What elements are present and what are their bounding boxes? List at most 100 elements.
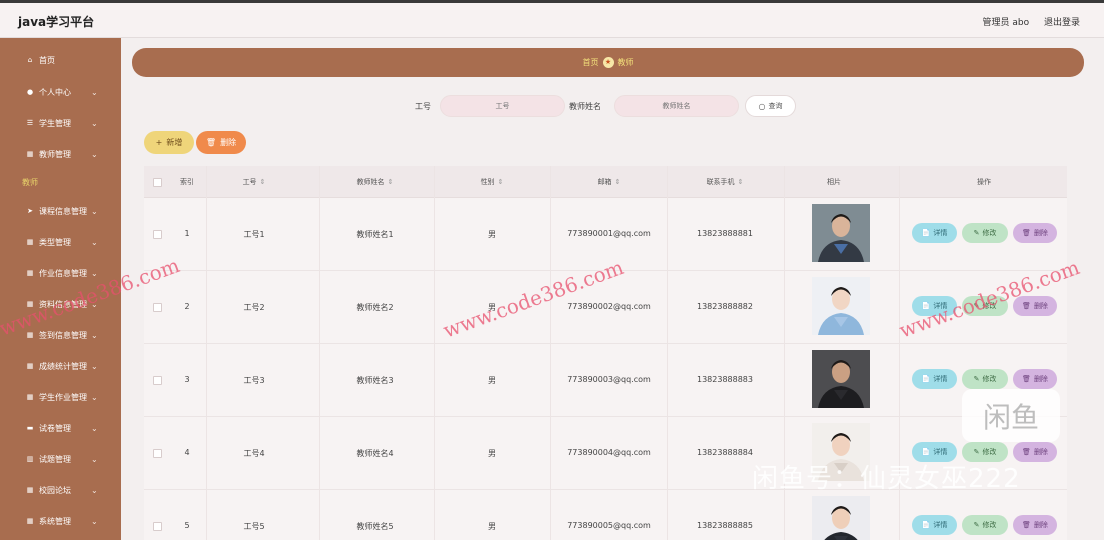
row-delete-button[interactable]: 🗑 删除: [1013, 515, 1057, 535]
row-checkbox[interactable]: [153, 449, 162, 458]
teacher-photo: [812, 277, 870, 335]
sidebar-item[interactable]: ▦ 类型管理 ⌄: [0, 232, 121, 252]
cell-email: 773890002@qq.com: [567, 302, 651, 311]
document-icon: 📄: [921, 521, 931, 529]
sidebar-item[interactable]: ● 个人中心 ⌄: [0, 82, 121, 102]
column-header[interactable]: 性别 ⇕: [481, 177, 504, 187]
search-icon: ○: [758, 101, 766, 111]
row-delete-button-label: 删除: [1033, 229, 1048, 237]
table-row: 5 工号5 教师姓名5 男 773890005@qq.com 13823888885 📄 详情…: [144, 490, 1067, 540]
column-header: 相片: [827, 177, 841, 187]
cell-index: 5: [184, 521, 190, 530]
teacher-photo: [812, 204, 870, 262]
staff-id-input[interactable]: [440, 95, 565, 117]
sidebar-item[interactable]: ▦ 系统管理 ⌄: [0, 511, 121, 531]
sidebar-item-label: 课程信息管理: [39, 206, 87, 216]
column-header[interactable]: 工号 ⇕: [243, 177, 266, 187]
xianyu-logo: 闲鱼: [962, 389, 1060, 442]
breadcrumb-home[interactable]: 首页: [583, 57, 599, 68]
detail-button-label: 详情: [933, 521, 948, 529]
row-checkbox[interactable]: [153, 522, 162, 531]
row-delete-button[interactable]: 🗑 删除: [1013, 223, 1057, 243]
sidebar-item[interactable]: ▦ 教师管理 ⌄: [0, 144, 121, 164]
sidebar-item[interactable]: ☰ 学生管理 ⌄: [0, 113, 121, 133]
edit-button[interactable]: ✎ 修改: [962, 369, 1008, 389]
sidebar-item-label: 校园论坛: [39, 485, 71, 495]
add-button[interactable]: + 新增: [144, 131, 194, 154]
sidebar-item-label: 成绩统计管理: [39, 361, 87, 371]
cell-index: 3: [184, 375, 190, 384]
sidebar-item[interactable]: ▦ 成绩统计管理 ⌄: [0, 356, 121, 376]
sidebar-item[interactable]: ▬ 试卷管理 ⌄: [0, 418, 121, 438]
chevron-down-icon: ⌄: [91, 118, 98, 128]
sidebar-item[interactable]: ⌂ 首页: [0, 50, 121, 70]
batch-delete-button[interactable]: 🗑 删除: [196, 131, 246, 154]
sidebar-item-label: 首页: [39, 55, 55, 65]
detail-button[interactable]: 📄 详情: [912, 515, 957, 535]
sort-icon: ⇕: [614, 178, 621, 186]
sidebar-item[interactable]: ▥ 试题管理 ⌄: [0, 449, 121, 469]
sidebar-item-label: 教师管理: [39, 149, 71, 159]
column-header-label: 工号: [242, 178, 257, 186]
select-all-checkbox[interactable]: [153, 178, 162, 187]
column-header[interactable]: 联系手机 ⇕: [707, 177, 744, 187]
cell-index: 1: [184, 229, 190, 238]
chart-icon: ▥: [26, 455, 34, 463]
row-delete-button[interactable]: 🗑 删除: [1013, 369, 1057, 389]
cell-id: 工号5: [243, 522, 265, 531]
chevron-down-icon: ⌄: [91, 361, 98, 371]
edit-button-label: 修改: [982, 375, 997, 383]
grid-icon: ▦: [26, 486, 34, 494]
pencil-icon: ✎: [973, 448, 980, 456]
teacher-photo: [812, 350, 870, 408]
edit-button-label: 修改: [982, 229, 997, 237]
star-icon: ★: [602, 57, 614, 68]
edit-button-label: 修改: [982, 448, 997, 456]
teacher-photo: [812, 496, 870, 540]
edit-button[interactable]: ✎ 修改: [962, 515, 1008, 535]
sort-icon: ⇕: [387, 178, 394, 186]
cell-phone: 13823888881: [697, 229, 753, 238]
cell-id: 工号2: [243, 303, 265, 312]
trash-icon: 🗑: [1022, 229, 1031, 237]
column-header-label: 索引: [180, 178, 194, 186]
edit-button[interactable]: ✎ 修改: [962, 223, 1008, 243]
column-header[interactable]: 邮箱 ⇕: [598, 177, 621, 187]
column-header: 索引: [180, 177, 194, 187]
sidebar-sub-label: 教师: [22, 178, 38, 187]
cell-phone: 13823888882: [697, 302, 753, 311]
cell-id: 工号3: [243, 376, 265, 385]
detail-button[interactable]: 📄 详情: [912, 369, 957, 389]
sort-icon: ⇕: [259, 178, 266, 186]
doc-icon: ▬: [26, 424, 34, 432]
row-delete-button-label: 删除: [1033, 521, 1048, 529]
detail-button[interactable]: 📄 详情: [912, 223, 957, 243]
sidebar-item[interactable]: ▦ 学生作业管理 ⌄: [0, 387, 121, 407]
trash-icon: 🗑: [1022, 375, 1031, 383]
grid-icon: ▦: [26, 269, 34, 277]
cell-gender: 男: [488, 522, 496, 531]
cell-email: 773890005@qq.com: [567, 521, 651, 530]
detail-button-label: 详情: [933, 229, 948, 237]
cell-id: 工号1: [243, 230, 265, 239]
chevron-down-icon: ⌄: [91, 516, 98, 526]
search-button[interactable]: ○ 查询: [745, 95, 796, 117]
sidebar-item[interactable]: ➤ 课程信息管理 ⌄: [0, 201, 121, 221]
sidebar-item[interactable]: ▦ 校园论坛 ⌄: [0, 480, 121, 500]
document-icon: 📄: [921, 229, 931, 237]
trash-icon: 🗑: [1022, 521, 1031, 529]
column-header[interactable]: 教师姓名 ⇕: [357, 177, 394, 187]
cell-phone: 13823888884: [697, 448, 753, 457]
cell-gender: 男: [488, 449, 496, 458]
send-icon: ➤: [27, 207, 33, 215]
logout-link[interactable]: 退出登录: [1044, 18, 1080, 28]
plus-icon: +: [155, 138, 163, 147]
column-header-label: 邮箱: [597, 178, 612, 186]
teacher-name-input[interactable]: [614, 95, 739, 117]
row-checkbox[interactable]: [153, 376, 162, 385]
row-checkbox[interactable]: [153, 303, 162, 312]
detail-button-label: 详情: [933, 375, 948, 383]
trash-icon: 🗑: [1022, 448, 1031, 456]
row-checkbox[interactable]: [153, 230, 162, 239]
chevron-down-icon: ⌄: [91, 149, 98, 159]
